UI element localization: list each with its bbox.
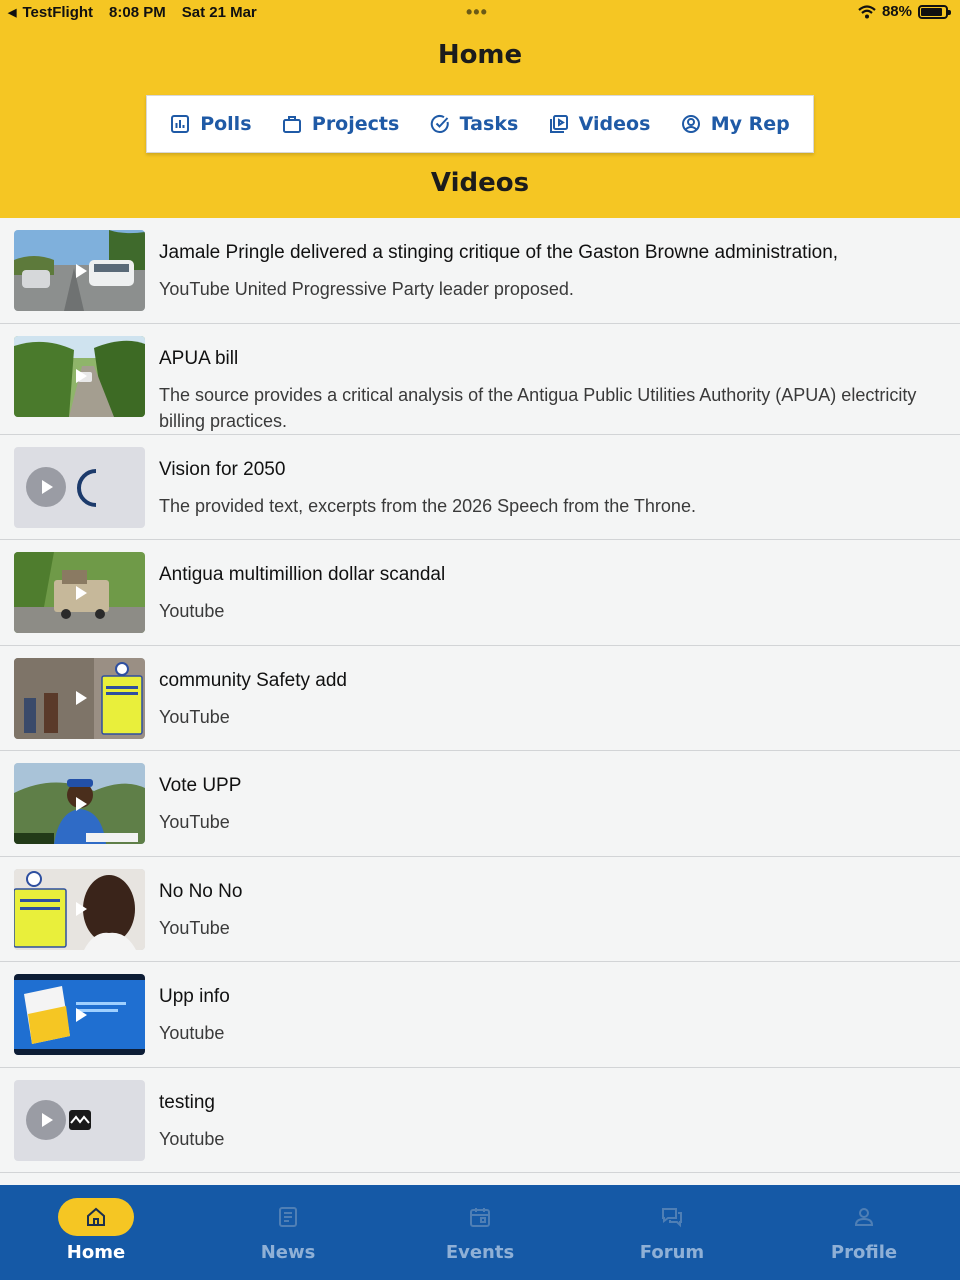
video-item[interactable]: Antigua multimillion dollar scandal Yout…: [0, 540, 960, 646]
tab-news[interactable]: News: [192, 1185, 384, 1280]
app-header: ◀ TestFlight 8:08 PM Sat 21 Mar ••• 88% …: [0, 0, 960, 218]
video-title: Jamale Pringle delivered a stinging crit…: [159, 242, 839, 263]
video-title: APUA bill: [159, 347, 239, 369]
calendar-icon: [470, 1208, 490, 1227]
tab-label: Events: [445, 1242, 515, 1263]
back-to-testflight[interactable]: ◀ TestFlight 8:08 PM Sat 21 Mar: [8, 4, 257, 21]
video-thumbnail[interactable]: [14, 230, 145, 311]
video-title: testing: [159, 1091, 215, 1113]
play-icon: [75, 691, 87, 705]
section-switcher: Polls Projects Tasks Videos My Rep: [146, 95, 814, 153]
segment-projects[interactable]: Projects: [282, 113, 399, 135]
video-title: Antigua multimillion dollar scandal: [159, 564, 446, 585]
section-title: Videos: [430, 168, 530, 198]
battery-percent: 88%: [881, 3, 912, 20]
status-right: 88%: [858, 3, 951, 20]
tab-icon-pill: [442, 1198, 518, 1236]
tab-home[interactable]: Home: [0, 1185, 192, 1280]
tab-icon-pill: [250, 1198, 326, 1236]
play-icon: [75, 585, 87, 600]
video-thumbnail[interactable]: [14, 552, 145, 633]
video-title: Vision for 2050: [159, 458, 286, 480]
video-description: Youtube: [159, 601, 225, 621]
video-item[interactable]: Vision for 2050 The provided text, excer…: [0, 435, 960, 540]
video-title: Upp info: [159, 986, 230, 1007]
segment-label: Projects: [311, 113, 400, 135]
video-title: community Safety add: [159, 669, 347, 691]
play-icon: [75, 902, 87, 916]
video-description: YouTube: [159, 812, 230, 832]
page-title: Home: [437, 40, 523, 70]
video-thumbnail[interactable]: [14, 763, 145, 844]
back-arrow-icon: ◀: [8, 7, 17, 19]
video-description: The provided text, excerpts from the 202…: [159, 495, 696, 516]
video-description: The source provides a critical analysis …: [159, 384, 917, 431]
segment-label: Tasks: [459, 113, 519, 135]
newspaper-icon: [279, 1207, 297, 1227]
bottom-tab-bar: Home News Events Forum Profile: [0, 1185, 960, 1280]
tab-icon-pill: [634, 1198, 710, 1236]
segment-label: Polls: [200, 113, 252, 135]
battery-level: [921, 7, 943, 16]
tab-label: Home: [66, 1242, 126, 1263]
multitasking-dots-icon[interactable]: •••: [466, 2, 488, 23]
video-list: Jamale Pringle delivered a stinging crit…: [0, 218, 960, 1173]
segment-label: Videos: [578, 113, 651, 135]
tab-label: Profile: [830, 1242, 898, 1263]
battery-icon: [918, 4, 951, 19]
video-description: Youtube: [159, 1023, 225, 1043]
tab-events[interactable]: Events: [384, 1185, 576, 1280]
segment-tasks[interactable]: Tasks: [430, 113, 519, 135]
play-icon: [75, 263, 87, 278]
tab-forum[interactable]: Forum: [576, 1185, 768, 1280]
video-description: YouTube: [159, 917, 230, 938]
check-circle-icon: [430, 114, 449, 133]
play-icon: [75, 369, 87, 383]
video-description: YouTube: [159, 706, 230, 727]
status-date: Sat 21 Mar: [181, 4, 257, 21]
video-description: YouTube United Progressive Party leader …: [159, 279, 574, 299]
video-item[interactable]: No No No YouTube: [0, 857, 960, 962]
video-library-icon: [549, 115, 568, 133]
tab-icon-pill: [58, 1198, 134, 1236]
play-icon: [75, 796, 87, 811]
video-thumbnail[interactable]: [14, 446, 145, 528]
segment-polls[interactable]: Polls: [170, 113, 252, 135]
broken-image-icon: [69, 1109, 91, 1130]
user-circle-icon: [681, 115, 700, 133]
back-app-label: TestFlight: [22, 4, 94, 21]
tab-profile[interactable]: Profile: [768, 1185, 960, 1280]
video-item[interactable]: community Safety add YouTube: [0, 646, 960, 751]
tab-icon-pill: [826, 1198, 902, 1236]
home-icon: [87, 1207, 105, 1226]
segment-my-rep[interactable]: My Rep: [681, 113, 790, 135]
play-icon: [75, 1007, 87, 1022]
person-icon: [854, 1208, 874, 1226]
video-thumbnail[interactable]: [14, 335, 145, 417]
status-time: 8:08 PM: [109, 4, 166, 21]
video-thumbnail[interactable]: [14, 868, 145, 950]
video-thumbnail[interactable]: [14, 657, 145, 739]
video-item[interactable]: APUA bill The source provides a critical…: [0, 324, 960, 435]
wifi-icon: [858, 4, 876, 18]
video-item[interactable]: Jamale Pringle delivered a stinging crit…: [0, 218, 960, 324]
segment-label: My Rep: [710, 113, 790, 135]
video-item[interactable]: testing Youtube: [0, 1068, 960, 1173]
status-bar: ◀ TestFlight 8:08 PM Sat 21 Mar ••• 88%: [0, 0, 960, 26]
chat-bubbles-icon: [662, 1208, 682, 1228]
video-title: No No No: [159, 880, 243, 902]
tab-label: News: [260, 1242, 316, 1263]
video-item[interactable]: Upp info Youtube: [0, 962, 960, 1068]
video-thumbnail[interactable]: [14, 1079, 145, 1161]
briefcase-icon: [282, 116, 301, 133]
loading-spinner-icon: [77, 468, 97, 507]
tab-label: Forum: [639, 1242, 705, 1263]
video-title: Vote UPP: [159, 775, 242, 796]
video-description: Youtube: [159, 1128, 225, 1149]
video-thumbnail[interactable]: [14, 974, 145, 1055]
segment-videos[interactable]: Videos: [549, 113, 651, 135]
video-item[interactable]: Vote UPP YouTube: [0, 751, 960, 857]
bar-chart-icon: [171, 115, 190, 133]
